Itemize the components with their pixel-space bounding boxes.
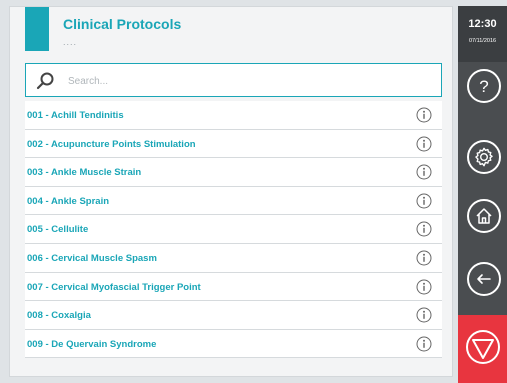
info-icon[interactable] [416, 250, 432, 266]
list-item-label: 009 - De Quervain Syndrome [27, 338, 157, 350]
help-icon: ? [479, 77, 488, 96]
settings-button[interactable] [467, 140, 501, 174]
page-subtitle: .... [63, 37, 78, 47]
list-item[interactable]: 002 - Acupuncture Points Stimulation [25, 129, 442, 159]
sidebar: 12:30 07/11/2016 ? [458, 6, 507, 383]
list-item-label: 001 - Achill Tendinitis [27, 110, 124, 121]
search-input[interactable] [66, 71, 430, 91]
list-item-label: 002 - Acupuncture Points Stimulation [27, 138, 196, 150]
header-accent-bar [25, 7, 49, 51]
stop-icon [466, 330, 500, 364]
stop-button[interactable] [458, 315, 507, 383]
list-item-label: 007 - Cervical Myofascial Trigger Point [27, 281, 201, 293]
list-item[interactable]: 008 - Coxalgia [25, 301, 442, 330]
protocol-list: 001 - Achill Tendinitis 002 - Acupunctur… [25, 101, 442, 359]
info-icon[interactable] [416, 164, 432, 180]
info-icon[interactable] [416, 136, 432, 152]
list-item-label: 008 - Coxalgia [27, 310, 91, 322]
app-frame: Clinical Protocols .... 001 - Achill Ten… [0, 0, 507, 383]
list-item[interactable]: 003 - Ankle Muscle Strain [25, 158, 442, 187]
main-panel: Clinical Protocols .... 001 - Achill Ten… [9, 6, 453, 377]
clock-panel: 12:30 07/11/2016 [458, 6, 507, 62]
list-item-label: 006 - Cervical Muscle Spasm [27, 252, 157, 264]
svg-text:?: ? [479, 77, 488, 96]
list-item-label: 003 - Ankle Muscle Strain [27, 167, 142, 179]
clock-date: 07/11/2016 [468, 38, 497, 44]
search-box[interactable] [25, 63, 442, 97]
info-icon[interactable] [416, 193, 432, 209]
back-icon [477, 274, 491, 284]
settings-icon [475, 147, 493, 167]
list-item[interactable]: 004 - Ankle Sprain [25, 186, 442, 216]
back-button[interactable] [467, 262, 501, 296]
info-icon[interactable] [416, 107, 432, 123]
page-header: Clinical Protocols .... [10, 7, 452, 59]
list-item[interactable]: 001 - Achill Tendinitis [25, 101, 442, 130]
search-icon [36, 72, 54, 90]
home-button[interactable] [467, 199, 501, 233]
info-icon[interactable] [416, 221, 432, 237]
list-item[interactable]: 007 - Cervical Myofascial Trigger Point [25, 272, 442, 302]
list-item-label: 004 - Ankle Sprain [27, 195, 110, 207]
info-icon[interactable] [416, 336, 432, 352]
list-item-label: 005 - Cellulite [27, 224, 89, 236]
list-item[interactable]: 006 - Cervical Muscle Spasm [25, 243, 442, 273]
list-item[interactable]: 009 - De Quervain Syndrome [25, 329, 442, 359]
page-title: Clinical Protocols [63, 16, 182, 32]
clock-time: 12:30 [468, 18, 497, 30]
help-button[interactable]: ? [467, 69, 501, 103]
info-icon[interactable] [416, 307, 432, 323]
home-icon [476, 208, 492, 224]
list-item[interactable]: 005 - Cellulite [25, 215, 442, 244]
info-icon[interactable] [416, 279, 432, 295]
